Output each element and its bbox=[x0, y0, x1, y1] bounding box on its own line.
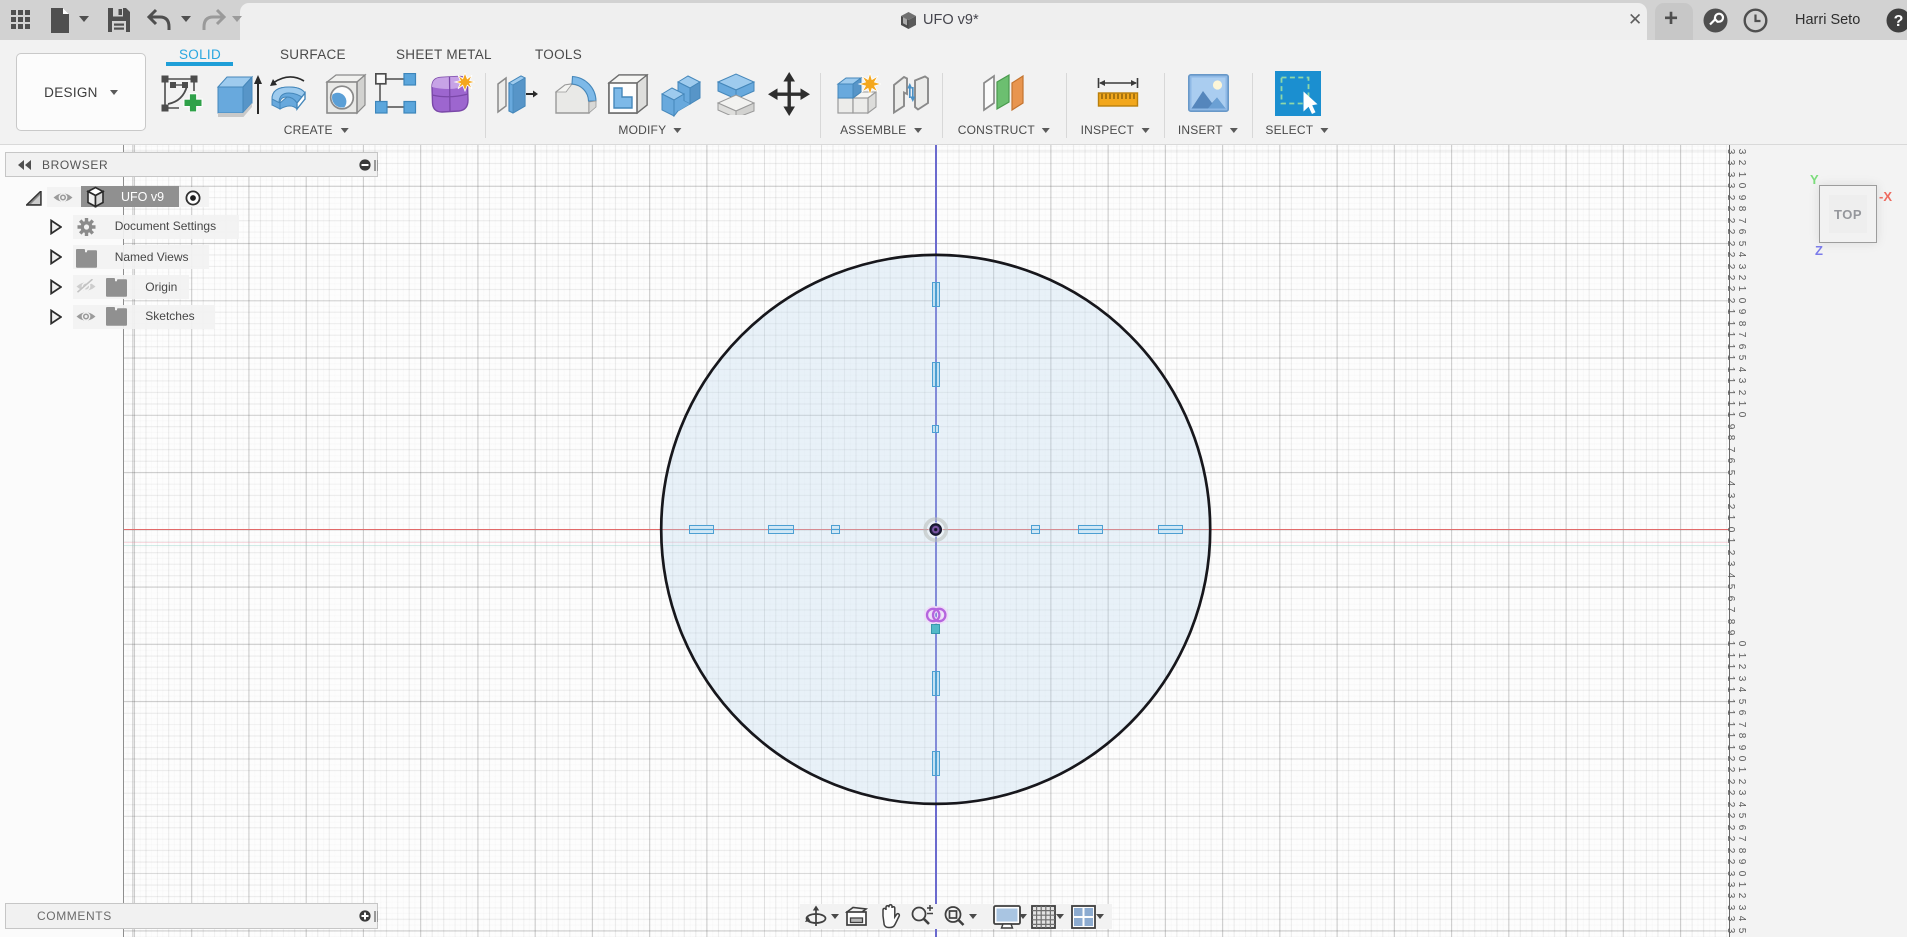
svg-text:?: ? bbox=[1894, 13, 1904, 30]
